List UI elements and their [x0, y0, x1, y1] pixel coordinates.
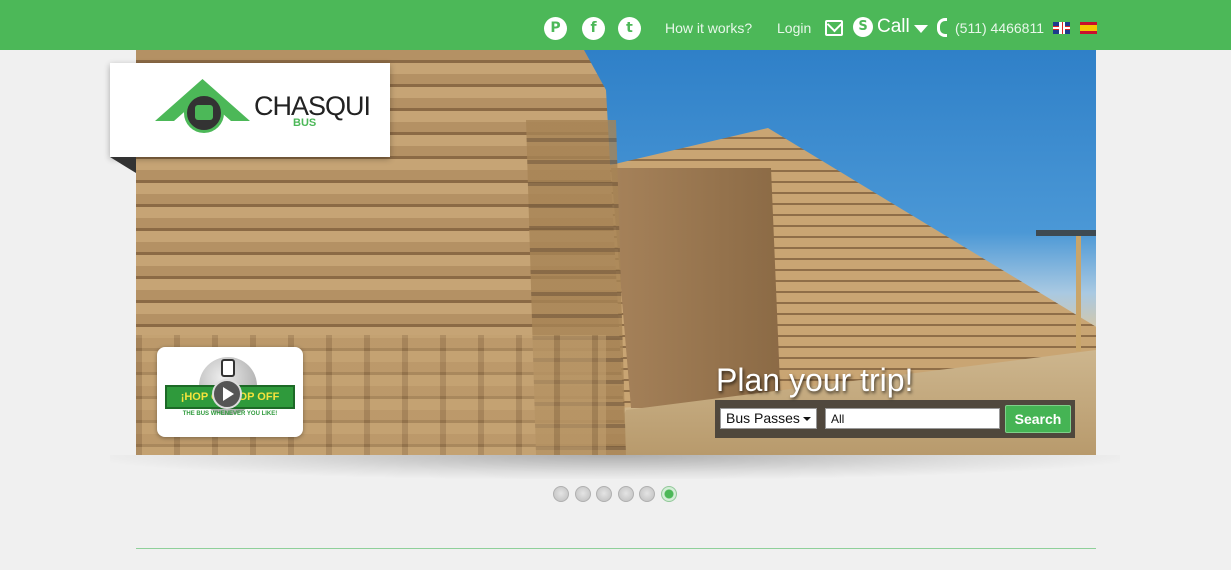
- logo[interactable]: CHASQUI BUS: [110, 63, 390, 157]
- trip-type-select[interactable]: Bus Passes: [720, 408, 817, 429]
- facebook-icon[interactable]: f: [582, 17, 605, 40]
- hero-shelter: [1036, 230, 1096, 351]
- flag-es-icon[interactable]: [1080, 22, 1097, 34]
- skype-icon[interactable]: S: [853, 17, 873, 37]
- hop-tagline: THE BUS WHENEVER YOU LIKE!: [182, 411, 278, 417]
- trip-type-value: Bus Passes: [726, 410, 800, 426]
- phone-icon: [937, 18, 947, 37]
- twitter-icon[interactable]: t: [618, 17, 641, 40]
- login-link[interactable]: Login: [777, 20, 811, 36]
- slider-dot[interactable]: [553, 486, 569, 502]
- thumbs-up-icon: [221, 359, 235, 377]
- hero-shadow: [110, 455, 1120, 479]
- slider-dot[interactable]: [660, 486, 677, 502]
- pinterest-icon[interactable]: P: [544, 17, 567, 40]
- slider-dot[interactable]: [596, 486, 612, 502]
- phone-number: (511) 4466811: [955, 20, 1044, 36]
- bus-icon: [184, 93, 224, 133]
- chevron-down-icon[interactable]: [914, 25, 928, 33]
- play-icon[interactable]: [212, 379, 242, 409]
- logo-sub: BUS: [293, 117, 317, 129]
- slider-dot[interactable]: [617, 486, 634, 502]
- search-button[interactable]: Search: [1005, 405, 1071, 433]
- flag-uk-icon[interactable]: [1053, 22, 1070, 34]
- hop-on-hop-off-video[interactable]: ¡HOP ON HOP OFF THE BUS WHENEVER YOU LIK…: [157, 347, 303, 437]
- how-it-works-link[interactable]: How it works?: [665, 20, 752, 36]
- slider-dot[interactable]: [574, 486, 591, 502]
- call-button[interactable]: Call: [877, 16, 910, 38]
- top-bar: P f t How it works? Login S Call (511) 4…: [0, 0, 1231, 50]
- destination-input[interactable]: [825, 408, 1000, 429]
- slider-dot[interactable]: [639, 486, 655, 502]
- mail-icon[interactable]: [825, 20, 843, 36]
- logo-fold: [110, 157, 136, 173]
- chevron-down-icon: [803, 417, 811, 421]
- slider-dots: [553, 486, 683, 502]
- divider: [136, 548, 1096, 549]
- plan-trip-title: Plan your trip!: [716, 362, 914, 398]
- plan-trip-form: Bus Passes Search: [715, 400, 1075, 438]
